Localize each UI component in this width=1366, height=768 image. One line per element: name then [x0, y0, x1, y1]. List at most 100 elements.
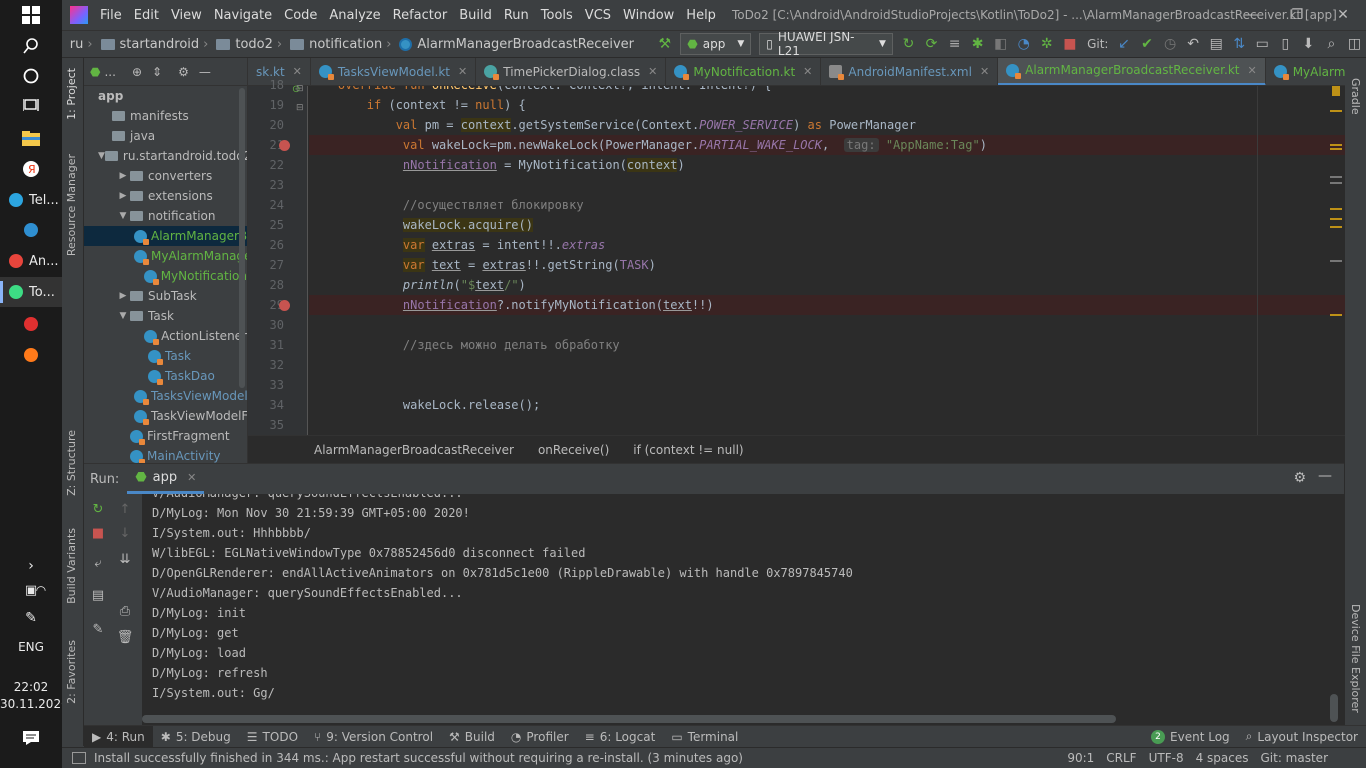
scroll-up-icon[interactable]: ↑	[114, 498, 136, 520]
tree-item[interactable]: ▶ extensions	[84, 186, 247, 206]
tree-item[interactable]: ▶ converters	[84, 166, 247, 186]
menu-window[interactable]: Window	[617, 8, 680, 23]
git-update-icon[interactable]: ↙	[1113, 33, 1134, 55]
console-horizontal-scrollbar[interactable]	[142, 715, 1116, 723]
code-line[interactable]	[309, 175, 1345, 195]
tool-window-debug[interactable]: ✱ 5: Debug	[153, 726, 239, 748]
tree-item[interactable]: manifests	[84, 106, 247, 126]
tree-item[interactable]: ▼ notification	[84, 206, 247, 226]
taskbar-app[interactable]: To...	[0, 277, 62, 307]
editor-tab[interactable]: MyNotification.kt ✕	[666, 58, 822, 85]
breakpoint-icon[interactable]	[279, 300, 290, 311]
tree-item[interactable]: MyNotification	[84, 266, 247, 286]
code-line[interactable]: override fun onReceive(context: Context?…	[309, 86, 1345, 95]
breakpoint-icon[interactable]	[279, 140, 290, 151]
scroll-to-end-icon[interactable]: ⇊	[114, 548, 136, 570]
fold-icon[interactable]: ⊟	[296, 84, 304, 94]
project-tool-button[interactable]: 1: Project	[65, 68, 78, 120]
tree-item[interactable]: ActionListener	[84, 326, 247, 346]
line-separator[interactable]: CRLF	[1106, 751, 1136, 765]
collapse-icon[interactable]: ⇕	[152, 65, 162, 79]
tree-item[interactable]: Task	[84, 346, 247, 366]
task-view-button[interactable]	[0, 91, 62, 119]
error-stripe[interactable]	[1328, 86, 1344, 435]
warning-indicator[interactable]	[1332, 86, 1340, 96]
tree-item[interactable]: ▼ ru.startandroid.todo2	[84, 146, 247, 166]
close-tab-icon[interactable]: ✕	[293, 65, 302, 78]
menu-navigate[interactable]: Navigate	[208, 8, 278, 23]
code-line[interactable]: println("$text/")	[309, 275, 1345, 295]
assistant-icon[interactable]: ◫	[1344, 33, 1365, 55]
tool-window-profiler[interactable]: ◔ Profiler	[503, 726, 577, 748]
notifications-button[interactable]	[0, 726, 62, 750]
breadcrumb-class[interactable]: AlarmManagerBroadcastReceiver	[314, 443, 514, 457]
tree-item[interactable]: TaskViewModelFa	[84, 406, 247, 426]
rerun-icon[interactable]: ↻	[898, 33, 919, 55]
tree-item[interactable]: MyAlarmManager	[84, 246, 247, 266]
tool-window-vcs[interactable]: ⑂ 9: Version Control	[306, 726, 441, 748]
crumb-startandroid[interactable]: startandroid ›	[99, 37, 215, 52]
crumb-todo2[interactable]: todo2 ›	[214, 37, 288, 52]
editor-tab[interactable]: MyAlarmManager.kt✕	[1266, 58, 1345, 85]
clock[interactable]: 22:02 30.11.2020	[0, 679, 69, 713]
code-line[interactable]: nNotification = MyNotification(context)	[309, 155, 1345, 175]
pin-icon[interactable]: ✎	[87, 618, 109, 640]
avd-manager-icon[interactable]: ▯	[1275, 33, 1296, 55]
crumb-notification[interactable]: notification ›	[288, 37, 397, 52]
align-icon[interactable]: ≡	[944, 33, 965, 55]
expanded-arrow-icon[interactable]: ▼	[98, 151, 105, 161]
git-rollback-icon[interactable]: ↶	[1183, 33, 1204, 55]
tree-item[interactable]: java	[84, 126, 247, 146]
device-file-explorer-tool-button[interactable]: Device File Explorer	[1349, 604, 1362, 713]
show-hidden-icons[interactable]: ›	[0, 552, 62, 580]
code-line[interactable]: var extras = intent!!.extras	[309, 235, 1345, 255]
menu-analyze[interactable]: Analyze	[323, 8, 386, 23]
tree-item[interactable]: TasksViewModel	[84, 386, 247, 406]
close-button[interactable]: ✕	[1320, 0, 1366, 30]
yandex-button[interactable]: Я	[0, 154, 62, 184]
close-tab-icon[interactable]: ✕	[458, 65, 467, 78]
menu-run[interactable]: Run	[498, 8, 535, 23]
file-encoding[interactable]: UTF-8	[1149, 751, 1184, 765]
caret-position[interactable]: 90:1	[1067, 751, 1094, 765]
collapsed-arrow-icon[interactable]: ▶	[116, 191, 130, 201]
status-message[interactable]: Install successfully finished in 344 ms.…	[94, 751, 743, 765]
taskbar-app[interactable]	[0, 309, 62, 339]
editor-tab[interactable]: AndroidManifest.xml ✕	[821, 58, 999, 85]
taskbar-app[interactable]	[0, 215, 62, 245]
close-tab-icon[interactable]: ✕	[1247, 64, 1256, 77]
project-scrollbar[interactable]	[239, 88, 245, 388]
run-tab-app[interactable]: ⬣ app ✕	[127, 464, 205, 494]
collapsed-arrow-icon[interactable]: ▶	[116, 291, 130, 301]
code-line[interactable]	[309, 355, 1345, 375]
run-config-select[interactable]: ⬣ app ▼	[680, 33, 752, 55]
minimize-button[interactable]: —	[1228, 0, 1274, 30]
search-button[interactable]	[0, 31, 62, 61]
rerun-icon[interactable]: ↻	[87, 498, 109, 520]
run-console[interactable]: V/AudioManager: querySoundEffectsEnabled…	[152, 494, 1342, 716]
indent-setting[interactable]: 4 spaces	[1196, 751, 1249, 765]
sdk-manager-icon[interactable]: ⬇	[1298, 33, 1319, 55]
tool-window-logcat[interactable]: ≡ 6: Logcat	[577, 726, 664, 748]
attach-debugger-icon[interactable]: ◧	[990, 33, 1011, 55]
apply-changes-icon[interactable]: ⟳	[921, 33, 942, 55]
stop-icon[interactable]: ■	[87, 522, 109, 544]
menu-view[interactable]: View	[165, 8, 208, 23]
code-line[interactable]: val pm = context.getSystemService(Contex…	[309, 115, 1345, 135]
collapsed-arrow-icon[interactable]: ▶	[116, 171, 130, 181]
code-line[interactable]	[309, 315, 1345, 335]
search-everywhere-icon[interactable]: ⌕	[1321, 33, 1342, 55]
code-line[interactable]	[309, 375, 1345, 395]
bug-icon[interactable]: ✲	[1036, 33, 1057, 55]
tree-item[interactable]: AlarmManagerBroadcastReceiver	[84, 226, 247, 246]
tree-item[interactable]: ▶ SubTask	[84, 286, 247, 306]
profile-icon[interactable]: ◔	[1013, 33, 1034, 55]
tree-item[interactable]: app	[84, 86, 247, 106]
code-line[interactable]: wakeLock.release();	[309, 395, 1345, 415]
editor-tab[interactable]: AlarmManagerBroadcastReceiver.kt ✕	[998, 58, 1266, 85]
close-tab-icon[interactable]: ✕	[648, 65, 657, 78]
expanded-arrow-icon[interactable]: ▼	[116, 311, 130, 321]
close-tab-icon[interactable]: ✕	[187, 471, 196, 484]
debug-icon[interactable]: ✱	[967, 33, 988, 55]
layout-inspector-button[interactable]: ⌕ Layout Inspector	[1238, 726, 1366, 748]
